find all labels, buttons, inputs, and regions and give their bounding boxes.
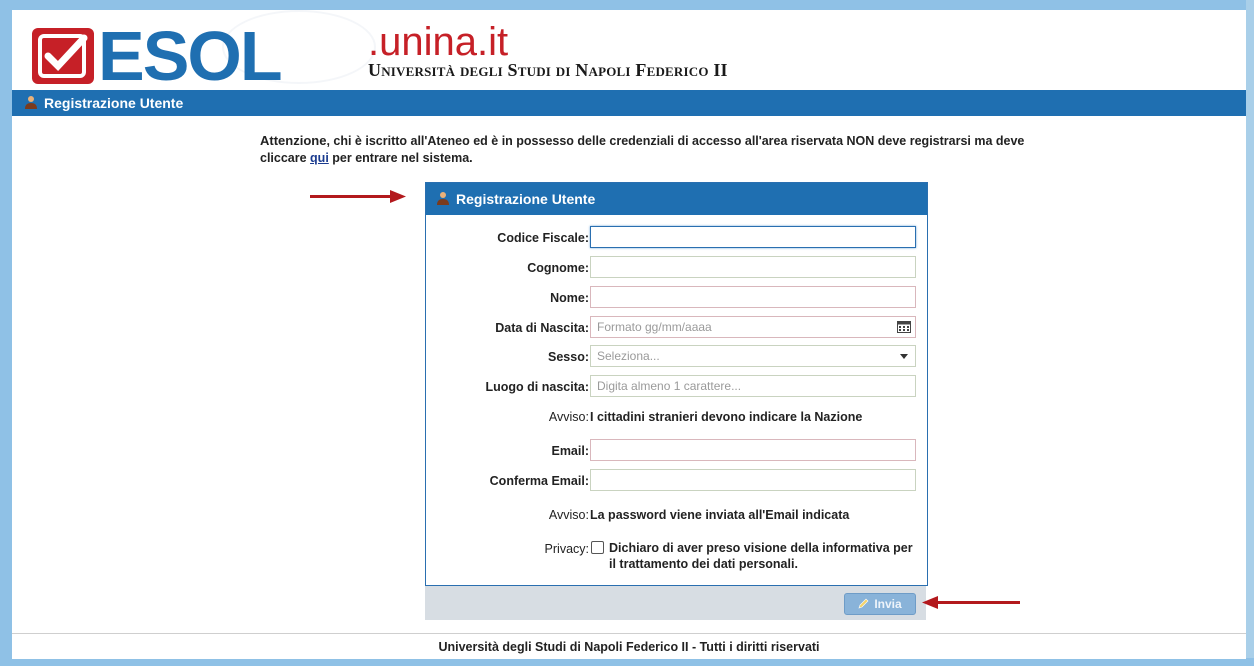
codice-fiscale-input[interactable] xyxy=(590,226,916,248)
privacy-checkbox[interactable] xyxy=(591,541,604,554)
row-avviso-2: Avviso: La password viene inviata all'Em… xyxy=(426,503,927,527)
luogo-nascita-label: Luogo di nascita: xyxy=(485,380,589,394)
row-conferma-email: Conferma Email: xyxy=(426,469,927,493)
invia-button[interactable]: Invia xyxy=(844,593,916,615)
user-icon xyxy=(24,95,38,112)
codice-fiscale-label: Codice Fiscale: xyxy=(497,231,589,245)
conferma-email-label: Conferma Email: xyxy=(489,474,589,488)
email-input[interactable] xyxy=(590,439,916,461)
row-data-nascita: Data di Nascita: Formato gg/mm/aaaa xyxy=(426,316,927,340)
avviso-1-text: I cittadini stranieri devono indicare la… xyxy=(590,410,863,424)
frame-bottom xyxy=(0,658,1254,666)
notice-text-end: per entrare nel sistema. xyxy=(328,151,473,165)
page-footer: Università degli Studi di Napoli Federic… xyxy=(12,633,1246,659)
chevron-down-icon xyxy=(900,354,908,359)
frame-right xyxy=(1246,0,1254,666)
nome-input[interactable] xyxy=(590,286,916,308)
esol-logo[interactable]: ESOL xyxy=(32,17,283,95)
row-luogo-nascita: Luogo di nascita: Digita almeno 1 caratt… xyxy=(426,375,927,399)
brand-university: Università degli Studi di Napoli Federic… xyxy=(368,60,728,80)
conferma-email-input[interactable] xyxy=(590,469,916,491)
privacy-label: Privacy: xyxy=(544,542,589,556)
annotation-arrow-left xyxy=(310,189,406,203)
panel-footer: Invia xyxy=(425,586,926,620)
invia-label: Invia xyxy=(874,597,902,611)
frame-top xyxy=(0,0,1254,10)
data-nascita-label: Data di Nascita: xyxy=(495,321,589,335)
row-nome: Nome: xyxy=(426,286,927,310)
row-privacy: Privacy: Dichiaro di aver preso visione … xyxy=(426,537,927,573)
sesso-label: Sesso: xyxy=(548,350,589,364)
brand-domain: .unina.it xyxy=(368,20,509,64)
panel-header: Registrazione Utente xyxy=(426,183,927,215)
logo-text: ESOL xyxy=(98,17,283,95)
user-icon xyxy=(436,191,450,208)
avviso-2-label: Avviso: xyxy=(548,508,589,522)
row-codice-fiscale: Codice Fiscale: xyxy=(426,226,927,250)
data-nascita-input[interactable]: Formato gg/mm/aaaa xyxy=(590,316,916,338)
email-label: Email: xyxy=(551,444,589,458)
site-header: ESOL .unina.it Università degli Studi di… xyxy=(12,10,1246,95)
data-nascita-placeholder: Formato gg/mm/aaaa xyxy=(597,320,712,334)
sesso-select[interactable]: Seleziona... xyxy=(590,345,916,367)
brand: .unina.it Università degli Studi di Napo… xyxy=(368,22,728,81)
frame-left xyxy=(0,0,12,666)
pencil-icon xyxy=(858,597,870,612)
avviso-2-text: La password viene inviata all'Email indi… xyxy=(590,508,850,522)
row-email: Email: xyxy=(426,439,927,463)
page-title: Registrazione Utente xyxy=(44,95,184,111)
cognome-input[interactable] xyxy=(590,256,916,278)
row-cognome: Cognome: xyxy=(426,256,927,280)
luogo-nascita-input[interactable]: Digita almeno 1 carattere... xyxy=(590,375,916,397)
login-notice: Attenzione, chi è iscritto all'Ateneo ed… xyxy=(260,132,1060,167)
page-titlebar: Registrazione Utente xyxy=(12,90,1246,116)
sesso-placeholder: Seleziona... xyxy=(597,349,660,363)
avviso-1-label: Avviso: xyxy=(548,410,589,424)
notice-lead: Attenzione xyxy=(260,133,327,148)
cognome-label: Cognome: xyxy=(527,261,589,275)
footer-text: Università degli Studi di Napoli Federic… xyxy=(438,639,820,654)
annotation-arrow-right xyxy=(922,595,1020,609)
calendar-icon[interactable] xyxy=(897,321,911,336)
panel-title: Registrazione Utente xyxy=(456,191,596,207)
nome-label: Nome: xyxy=(550,291,589,305)
login-link[interactable]: qui xyxy=(310,151,329,165)
luogo-nascita-placeholder: Digita almeno 1 carattere... xyxy=(597,379,742,393)
registration-panel: Registrazione Utente Codice Fiscale: Cog… xyxy=(425,182,928,586)
checkmark-icon xyxy=(32,28,94,84)
row-avviso-1: Avviso: I cittadini stranieri devono ind… xyxy=(426,405,927,429)
row-sesso: Sesso: Seleziona... xyxy=(426,345,927,369)
privacy-text: Dichiaro di aver preso visione della inf… xyxy=(609,541,913,571)
